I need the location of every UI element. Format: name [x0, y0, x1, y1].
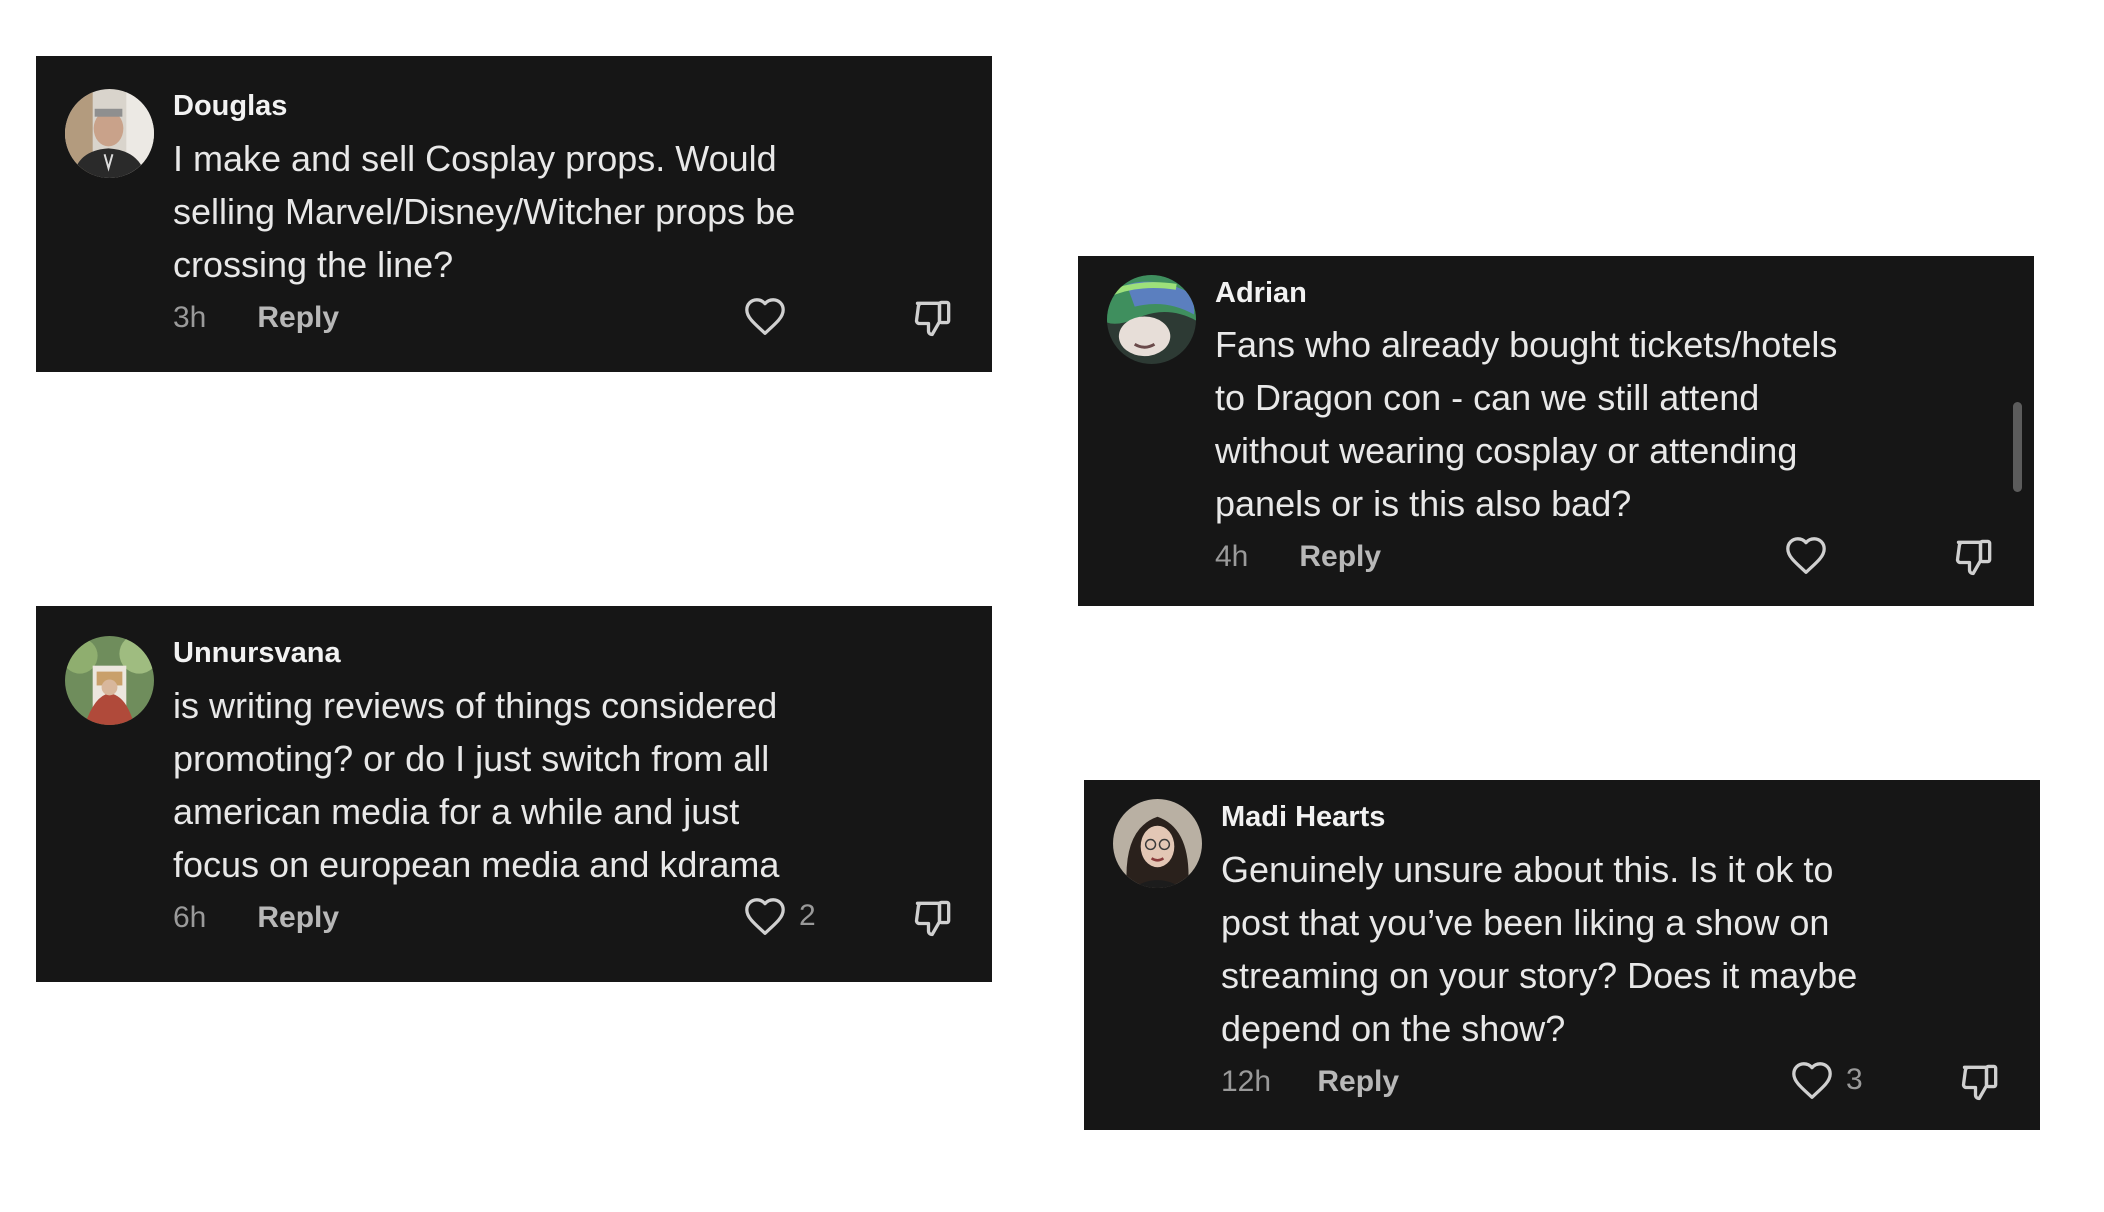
comment-time: 6h: [173, 901, 207, 934]
comment-meta: 6h Reply: [173, 901, 339, 935]
like-button[interactable]: [743, 296, 787, 336]
comment-text: is writing reviews of things considered …: [173, 685, 780, 885]
reply-button[interactable]: Reply: [1317, 1065, 1399, 1099]
comment-text: Genuinely unsure about this. Is it ok to…: [1221, 849, 1858, 1049]
reply-button[interactable]: Reply: [1299, 540, 1381, 574]
comment-meta: 4h Reply: [1215, 540, 1381, 574]
comment-text: Fans who already bought tickets/hotels t…: [1215, 324, 1838, 524]
comment-meta: 3h Reply: [173, 301, 339, 335]
dislike-button[interactable]: [1953, 535, 1997, 579]
comment-card: Adrian Fans who already bought tickets/h…: [1078, 256, 2034, 606]
comment-text: I make and sell Cosplay props. Would sel…: [173, 138, 796, 285]
dislike-button[interactable]: [912, 296, 956, 340]
comment-time: 12h: [1221, 1065, 1272, 1098]
comment-time: 4h: [1215, 540, 1249, 573]
thumbs-down-icon[interactable]: [912, 896, 956, 940]
username[interactable]: Adrian: [1215, 277, 1307, 310]
dislike-button[interactable]: [912, 896, 956, 940]
comment-card: Unnursvana is writing reviews of things …: [36, 606, 992, 982]
avatar[interactable]: [1107, 275, 1196, 364]
thumbs-down-icon[interactable]: [1953, 535, 1997, 579]
dislike-button[interactable]: [1959, 1060, 2003, 1104]
avatar[interactable]: [1113, 799, 1202, 888]
username[interactable]: Douglas: [173, 90, 287, 123]
page: Douglas I make and sell Cosplay props. W…: [0, 0, 2104, 1212]
reply-button[interactable]: Reply: [257, 901, 339, 935]
avatar[interactable]: [65, 89, 154, 178]
username[interactable]: Madi Hearts: [1221, 801, 1385, 834]
scrollbar[interactable]: [2013, 402, 2022, 492]
thumbs-down-icon[interactable]: [912, 296, 956, 340]
reply-button[interactable]: Reply: [257, 301, 339, 335]
like-button[interactable]: [1784, 535, 1828, 575]
comment-meta: 12h Reply: [1221, 1065, 1399, 1099]
comment-card: Douglas I make and sell Cosplay props. W…: [36, 56, 992, 372]
heart-icon[interactable]: [1790, 1060, 1834, 1100]
avatar[interactable]: [65, 636, 154, 725]
heart-icon[interactable]: [743, 296, 787, 336]
like-count: 2: [799, 899, 816, 932]
like-count: 3: [1846, 1063, 1863, 1096]
heart-icon[interactable]: [1784, 535, 1828, 575]
username[interactable]: Unnursvana: [173, 637, 341, 670]
thumbs-down-icon[interactable]: [1959, 1060, 2003, 1104]
heart-icon[interactable]: [743, 896, 787, 936]
like-button[interactable]: 2: [743, 896, 816, 936]
comment-time: 3h: [173, 301, 207, 334]
like-button[interactable]: 3: [1790, 1060, 1863, 1100]
comment-card: Madi Hearts Genuinely unsure about this.…: [1084, 780, 2040, 1130]
